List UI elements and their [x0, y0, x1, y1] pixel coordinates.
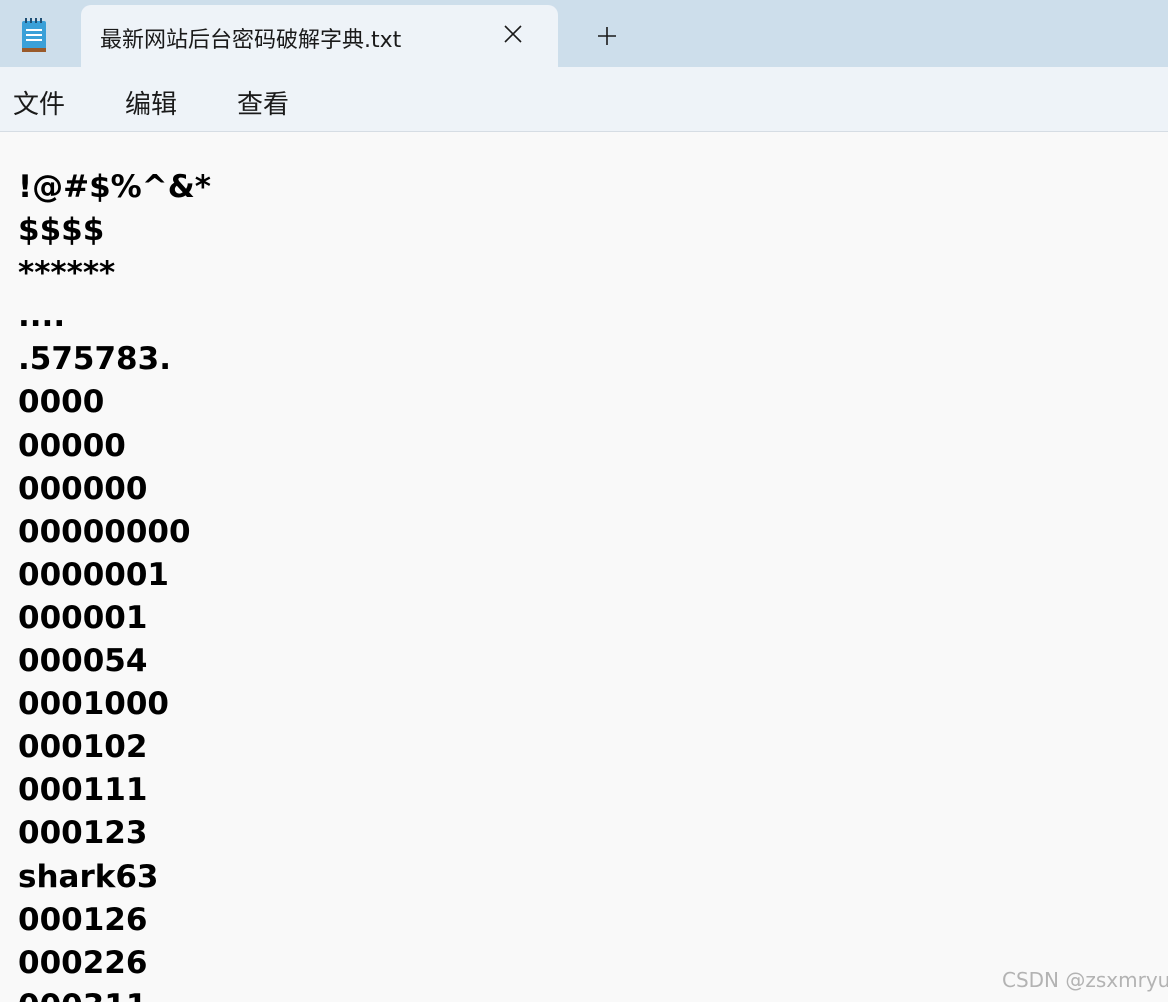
- notepad-icon: [22, 18, 46, 52]
- text-line: .575783.: [18, 341, 171, 378]
- text-line: 000123: [18, 815, 148, 852]
- text-line: 000126: [18, 901, 148, 938]
- watermark: CSDN @zsxmryu: [1002, 968, 1168, 992]
- text-editor[interactable]: !@#$%^&* $$$$ ****** .... .575783. 0000 …: [0, 132, 1168, 1002]
- tab-bar: 最新网站后台密码破解字典.txt: [0, 0, 1168, 67]
- text-line: 000102: [18, 729, 148, 766]
- text-line: 0000001: [18, 556, 169, 593]
- text-line: 00000000: [18, 513, 191, 550]
- plus-icon[interactable]: [595, 24, 619, 48]
- tab-active-file[interactable]: 最新网站后台密码破解字典.txt: [81, 5, 558, 67]
- text-line: 0000: [18, 384, 105, 421]
- text-line: shark63: [18, 858, 159, 895]
- text-line: ....: [18, 298, 66, 335]
- text-line: !@#$%^&*: [18, 169, 211, 205]
- text-line: 000001: [18, 599, 148, 636]
- menu-view[interactable]: 查看: [237, 84, 289, 121]
- text-line: ******: [18, 255, 116, 292]
- close-icon[interactable]: [503, 24, 523, 44]
- text-line: 000000: [18, 470, 148, 507]
- text-line: 000111: [18, 772, 148, 809]
- text-line: 00000: [18, 427, 126, 464]
- text-line: 0001000: [18, 686, 169, 723]
- text-line: 000226: [18, 944, 148, 981]
- menu-bar: 文件 编辑 查看: [0, 67, 1168, 132]
- menu-edit[interactable]: 编辑: [125, 84, 177, 121]
- text-line: $$$$: [18, 212, 105, 249]
- text-line: 000311: [18, 985, 211, 1002]
- tab-title: 最新网站后台密码破解字典.txt: [100, 28, 402, 53]
- menu-file[interactable]: 文件: [13, 84, 65, 121]
- text-line: 000054: [18, 643, 148, 680]
- text-lines: !@#$%^&* $$$$ ****** .... .575783. 0000 …: [18, 166, 211, 1002]
